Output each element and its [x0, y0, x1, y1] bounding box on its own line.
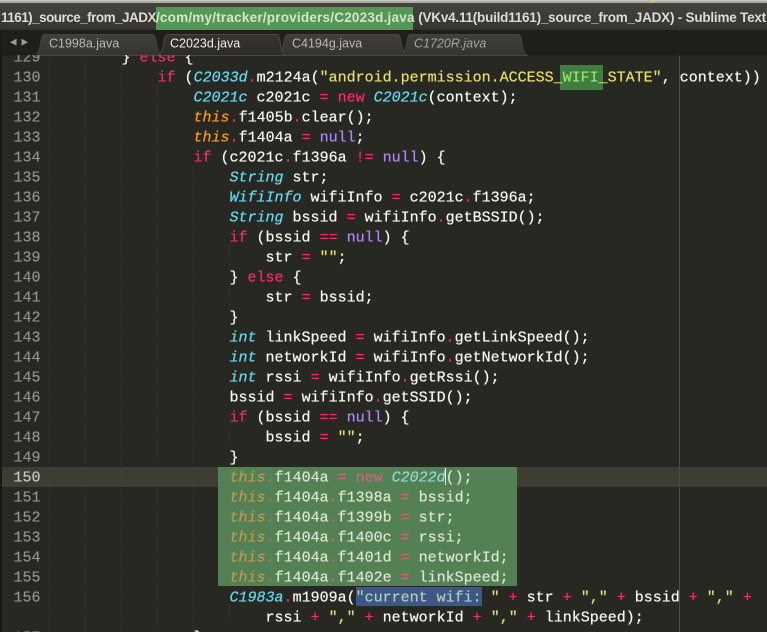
svg-text:C1720R.java: C1720R.java — [414, 37, 486, 51]
svg-text:C1998a.java: C1998a.java — [49, 37, 119, 51]
svg-text:C2023d.java: C2023d.java — [170, 37, 240, 51]
svg-text:C4194g.java: C4194g.java — [292, 37, 362, 51]
